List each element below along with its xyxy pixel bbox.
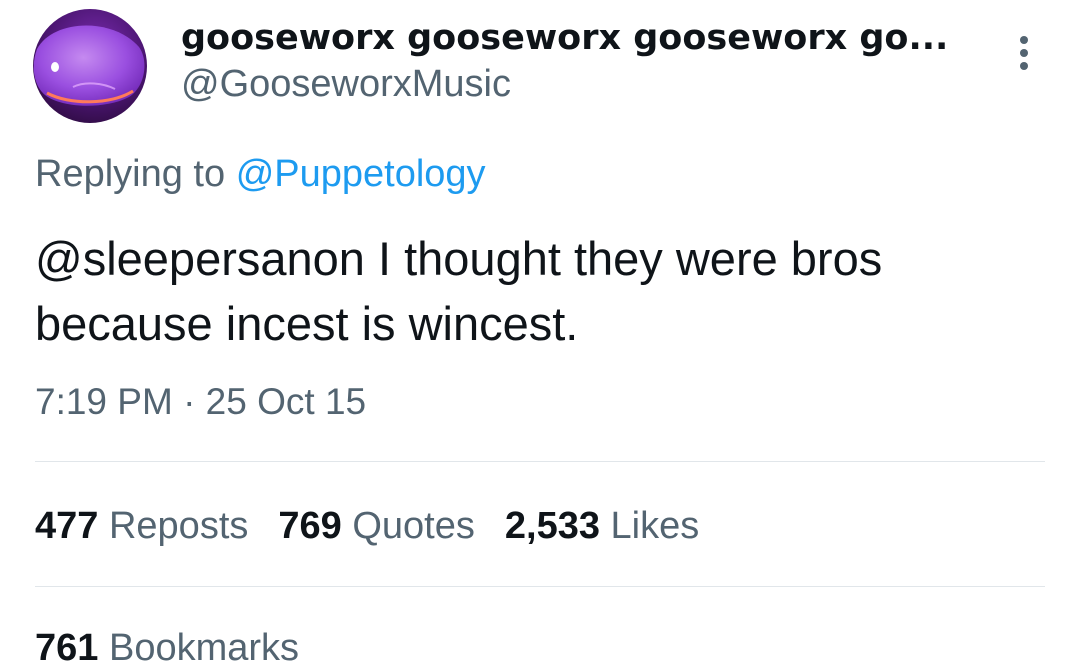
tweet-timestamp[interactable]: 7:19 PM · 25 Oct 15 xyxy=(35,378,366,426)
bookmarks-stat-inner: 761 Bookmarks xyxy=(35,624,299,672)
divider xyxy=(35,461,1045,462)
reposts-stat[interactable]: 477 Reposts xyxy=(35,502,248,550)
reposts-count: 477 xyxy=(35,505,99,547)
more-vertical-icon-dot xyxy=(1020,49,1028,57)
more-vertical-icon xyxy=(1020,36,1028,44)
quotes-count: 769 xyxy=(278,505,342,547)
likes-label: Likes xyxy=(610,505,700,547)
avatar[interactable] xyxy=(33,9,147,123)
quotes-label: Quotes xyxy=(352,505,475,547)
bookmarks-stat[interactable]: 761 Bookmarks xyxy=(35,624,299,672)
replying-to-label: Replying to xyxy=(35,153,226,195)
tweet-text: @sleepersanon I thought they were bros b… xyxy=(35,232,883,350)
purple-creature-avatar-icon xyxy=(33,9,147,123)
replying-to-link[interactable]: @Puppetology xyxy=(236,153,486,195)
bookmarks-label: Bookmarks xyxy=(108,627,300,669)
quotes-stat[interactable]: 769 Quotes xyxy=(278,502,475,550)
author-display-name[interactable]: gooseworx gooseworx gooseworx go... xyxy=(181,14,948,62)
likes-count: 2,533 xyxy=(504,505,600,547)
more-options-button[interactable] xyxy=(1008,30,1040,76)
divider xyxy=(35,586,1045,587)
reposts-label: Reposts xyxy=(108,505,249,547)
likes-stat[interactable]: 2,533 Likes xyxy=(505,502,699,550)
bookmarks-count: 761 xyxy=(35,627,99,669)
engagement-stats: 477 Reposts 769 Quotes 2,533 Likes xyxy=(35,502,729,550)
more-vertical-icon-dot xyxy=(1020,62,1028,70)
replying-to-line: Replying to @Puppetology xyxy=(35,150,486,198)
author-handle[interactable]: @GooseworxMusic xyxy=(181,60,511,108)
